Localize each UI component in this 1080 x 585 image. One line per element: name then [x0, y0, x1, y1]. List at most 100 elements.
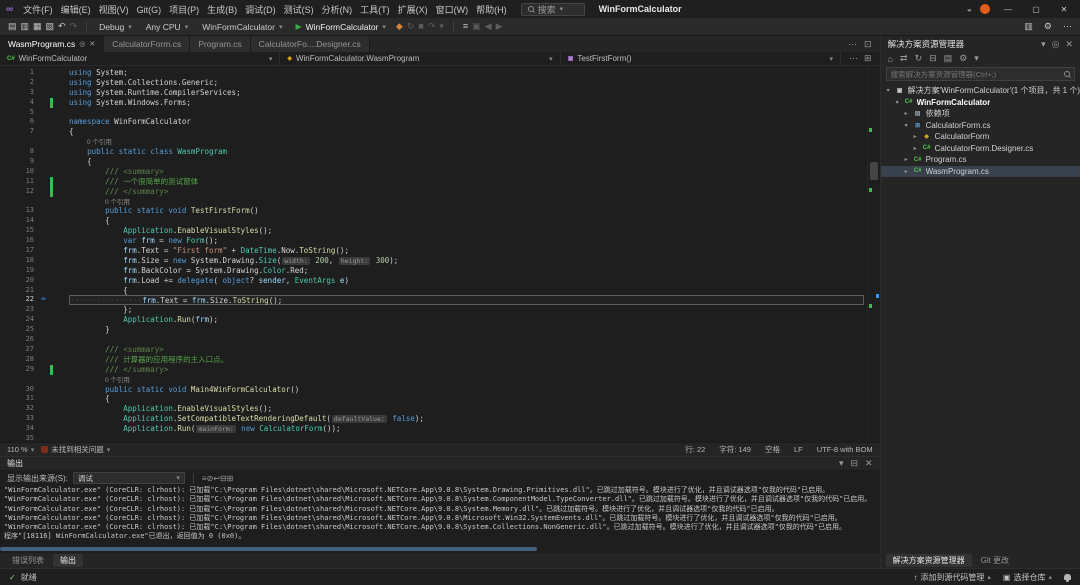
code-line[interactable]: 7{ — [0, 127, 867, 137]
scrollbar-thumb[interactable] — [0, 547, 537, 551]
outlining-margin[interactable] — [53, 246, 69, 256]
chevron-collapsed-icon[interactable]: ▸ — [903, 168, 910, 175]
float-panel-icon[interactable]: ⊟ — [851, 458, 859, 469]
word-wrap-icon[interactable]: ↩ — [213, 474, 220, 483]
solution-search-input[interactable] — [890, 69, 1060, 79]
outlining-margin[interactable] — [53, 147, 69, 157]
code-line[interactable]: 35 — [0, 434, 867, 442]
tool-tab-Git 更改[interactable]: Git 更改 — [974, 554, 1016, 567]
chevron-collapsed-icon[interactable]: ▸ — [912, 145, 919, 152]
split-editor-icon[interactable]: ⊞ — [864, 53, 872, 64]
menu-item-测试(S)[interactable]: 测试(S) — [280, 4, 318, 16]
code-line[interactable]: 4 using System.Windows.Forms; — [0, 97, 867, 108]
code-line[interactable]: 19 frm.BackColor = System.Drawing.Color.… — [0, 266, 867, 276]
close-icon[interactable]: ✕ — [865, 458, 873, 469]
breakpoint-margin[interactable] — [0, 355, 15, 365]
code-line[interactable]: 24 Application.Run(frm); — [0, 315, 867, 325]
breakpoint-margin[interactable] — [0, 68, 15, 78]
code-line[interactable]: 8 public static class WasmProgram — [0, 147, 867, 157]
breakpoint-margin[interactable] — [0, 335, 15, 345]
code-line[interactable]: 17 frm.Text = "First form" + DateTime.No… — [0, 246, 867, 256]
startup-project-dropdown[interactable]: WinFormCalculator ▾ — [197, 21, 287, 33]
restart-icon[interactable]: ↻ — [405, 21, 417, 31]
outlining-margin[interactable] — [53, 375, 69, 385]
outlining-margin[interactable] — [53, 206, 69, 216]
outlining-margin[interactable] — [53, 256, 69, 266]
navigate-back-icon[interactable]: ◀ — [483, 21, 494, 31]
code-line[interactable]: 12 /// </summary> — [0, 186, 867, 197]
outlining-margin[interactable] — [53, 424, 69, 434]
chevron-collapsed-icon[interactable]: ▸ — [903, 110, 910, 117]
outlining-margin[interactable] — [53, 305, 69, 315]
chevron-expanded-icon[interactable]: ▾ — [894, 99, 901, 106]
breakpoint-margin[interactable] — [0, 276, 15, 286]
solution-search-box[interactable] — [885, 67, 1075, 81]
breakpoint-margin[interactable] — [0, 108, 15, 118]
start-debugging-button[interactable]: ▶ WinFormCalculator ▾ — [291, 22, 389, 32]
feedback-icon[interactable]: ◒ — [967, 4, 972, 14]
code-line[interactable]: 25 } — [0, 325, 867, 335]
code-line[interactable]: 26 — [0, 335, 867, 345]
code-line[interactable]: 16 var frm = new Form(); — [0, 236, 867, 246]
breakpoint-margin[interactable] — [0, 206, 15, 216]
outlining-margin[interactable] — [53, 286, 69, 296]
outlining-margin[interactable] — [53, 365, 69, 375]
menu-item-调试(D)[interactable]: 调试(D) — [241, 4, 280, 16]
code-line[interactable]: 32 Application.EnableVisualStyles(); — [0, 404, 867, 414]
outlining-margin[interactable] — [53, 335, 69, 345]
breakpoint-margin[interactable] — [0, 305, 15, 315]
breakpoint-margin[interactable] — [0, 286, 15, 296]
breadcrumb-segment-WinFormCalculator.WasmProgram[interactable]: ◆ WinFormCalculator.WasmProgram ▾ — [280, 52, 561, 65]
close-icon[interactable]: ✕ — [1065, 39, 1073, 50]
code-line[interactable]: 30 public static void Main4WinFormCalcul… — [0, 385, 867, 395]
navigate-forward-icon[interactable]: ▶ — [494, 21, 505, 31]
code-editor[interactable]: 1 using System; 2 using System.Collections.… — [0, 66, 880, 442]
outlining-margin[interactable] — [53, 355, 69, 365]
code-line[interactable]: 3 using System.Runtime.CompilerServices; — [0, 88, 867, 98]
solution-configuration-dropdown[interactable]: Debug ▾ — [94, 21, 137, 33]
home-icon[interactable]: ⌂ — [888, 54, 893, 64]
column-indicator[interactable]: 字符: 149 — [719, 444, 751, 455]
menu-item-项目(P)[interactable]: 项目(P) — [165, 4, 203, 16]
tab-WasmProgram.cs[interactable]: WasmProgram.cs ◎ ✕ — [0, 36, 105, 52]
step-over-icon[interactable]: ↷ — [426, 21, 438, 31]
find-in-files-icon[interactable]: ≡ — [461, 21, 470, 31]
outlining-margin[interactable] — [53, 226, 69, 236]
code-line[interactable]: 2 using System.Collections.Generic; — [0, 78, 867, 88]
solution-platform-dropdown[interactable]: Any CPU ▾ — [141, 21, 193, 33]
outlining-margin[interactable] — [53, 276, 69, 286]
outlining-margin[interactable] — [53, 404, 69, 414]
code-line[interactable]: 28 /// 计算器的应用程序的主入口点。 — [0, 355, 867, 365]
outlining-margin[interactable] — [53, 295, 69, 305]
close-button[interactable]: ✕ — [1054, 5, 1074, 14]
code-line[interactable]: 15 Application.EnableVisualStyles(); — [0, 226, 867, 236]
quick-search-box[interactable]: 搜索 ▾ — [520, 2, 585, 16]
codelens-row[interactable]: 0 个引用 — [0, 137, 867, 147]
menu-item-视图(V)[interactable]: 视图(V) — [95, 4, 133, 16]
code-line[interactable]: 34 Application.Run(mainForm: new Calcula… — [0, 424, 867, 434]
code-line[interactable]: 18 frm.Size = new System.Drawing.Size(wi… — [0, 256, 867, 266]
code-line[interactable]: 23 }; — [0, 305, 867, 315]
save-all-icon[interactable]: ▧ — [44, 21, 57, 31]
document-health-indicator[interactable]: 未找到相关问题 ▾ — [41, 444, 110, 455]
outlining-margin[interactable] — [53, 216, 69, 226]
hot-reload-icon[interactable]: ◆ — [394, 21, 405, 31]
breadcrumb-segment-WinFormCalculator[interactable]: C# WinFormCalculator ▾ — [0, 52, 281, 65]
chevron-collapsed-icon[interactable]: ▸ — [912, 133, 919, 140]
tree-item-Program.cs[interactable]: ▸ C# Program.cs — [881, 154, 1080, 166]
code-line[interactable]: 29 /// </summary> — [0, 364, 867, 375]
outlining-margin[interactable] — [53, 414, 69, 424]
breakpoint-margin[interactable] — [0, 137, 15, 147]
more-debug-icon[interactable]: ▾ — [437, 21, 446, 31]
outlining-margin[interactable] — [53, 117, 69, 127]
breakpoint-margin[interactable] — [0, 88, 15, 98]
redo-icon[interactable]: ↷ — [68, 21, 80, 31]
settings-gear-icon[interactable]: ⚙ — [1042, 21, 1054, 32]
chevron-collapsed-icon[interactable]: ▸ — [903, 156, 910, 163]
code-line[interactable]: 27 /// <summary> — [0, 345, 867, 355]
outlining-margin[interactable] — [53, 88, 69, 98]
outlining-margin[interactable] — [53, 157, 69, 167]
breakpoint-margin[interactable] — [0, 266, 15, 276]
output-log[interactable]: "WinFormCalculator.exe" (CoreCLR: clrhos… — [0, 486, 880, 545]
code-line[interactable]: 6 namespace WinFormCalculator — [0, 117, 867, 127]
